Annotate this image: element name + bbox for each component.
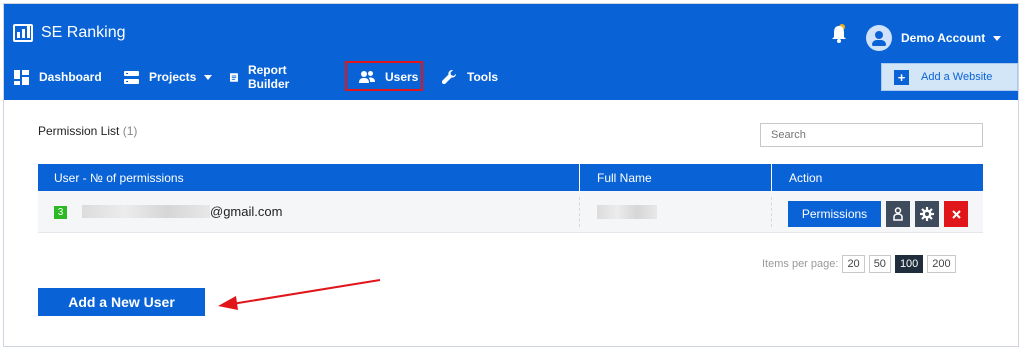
brand-name: SE Ranking	[41, 24, 126, 41]
add-website-label: Add a Website	[921, 71, 993, 83]
nav-tools[interactable]: Tools	[442, 64, 498, 90]
column-header-full-name: Full Name	[597, 171, 652, 185]
nav-tools-label: Tools	[467, 70, 499, 84]
user-avatar[interactable]	[866, 25, 892, 51]
table-header: User - № of permissions Full Name Action	[38, 164, 983, 191]
projects-icon	[124, 70, 139, 84]
nav-dashboard[interactable]: Dashboard	[14, 64, 102, 90]
delete-button[interactable]	[944, 201, 968, 227]
account-menu[interactable]: Demo Account	[901, 31, 1002, 45]
add-new-user-button[interactable]: Add a New User	[38, 288, 205, 316]
table-row: 3 @gmail.com Permissions	[38, 191, 983, 233]
gear-icon	[920, 207, 934, 221]
dashboard-icon	[14, 69, 29, 85]
user-email: @gmail.com	[210, 204, 283, 219]
page-size-option-selected[interactable]: 100	[894, 255, 924, 273]
plus-icon: +	[894, 69, 909, 85]
redacted-email	[82, 205, 210, 218]
chevron-down-icon	[204, 74, 213, 80]
permissions-button[interactable]: Permissions	[788, 201, 881, 227]
close-icon	[951, 209, 961, 219]
notification-bell-icon[interactable]	[831, 24, 847, 44]
account-name: Demo Account	[901, 31, 986, 45]
brand-logo[interactable]: SE Ranking	[13, 24, 126, 42]
nav-projects[interactable]: Projects	[124, 64, 213, 90]
search-input[interactable]	[760, 123, 983, 147]
page-size-option[interactable]: 200	[927, 255, 956, 273]
permission-list-count: (1)	[122, 124, 138, 138]
red-arrow-annotation	[218, 279, 381, 310]
nav-dashboard-label: Dashboard	[39, 70, 102, 84]
column-header-action: Action	[789, 171, 823, 185]
add-website-button[interactable]: + Add a Website	[881, 63, 1018, 91]
redacted-full-name	[597, 205, 657, 219]
permission-list-title: Permission List	[38, 124, 120, 138]
wrench-icon	[442, 69, 456, 84]
impersonate-user-button[interactable]	[886, 201, 910, 227]
nav-report-builder-label: Report Builder	[247, 63, 290, 91]
page-size-option[interactable]: 20	[842, 255, 865, 273]
settings-button[interactable]	[915, 201, 939, 227]
page-size-option[interactable]: 50	[868, 255, 891, 273]
items-per-page-label: Items per page:	[762, 258, 839, 270]
users-highlight-box	[345, 61, 423, 91]
app-frame: SE Ranking Demo Account Dashboard Projec…	[3, 3, 1019, 347]
column-header-user: User - № of permissions	[54, 171, 184, 185]
page-title: Permission List (1)	[38, 124, 137, 138]
user-icon	[893, 207, 903, 221]
report-icon	[230, 72, 238, 82]
permissions-count-badge: 3	[54, 206, 67, 219]
nav-report-builder[interactable]: Report Builder	[230, 63, 295, 91]
se-ranking-logo-icon	[13, 24, 33, 42]
top-header: SE Ranking Demo Account Dashboard Projec…	[4, 4, 1018, 100]
items-per-page: Items per page: 20 50 100 200	[762, 255, 956, 273]
chevron-down-icon	[993, 36, 1002, 42]
nav-projects-label: Projects	[149, 70, 197, 84]
